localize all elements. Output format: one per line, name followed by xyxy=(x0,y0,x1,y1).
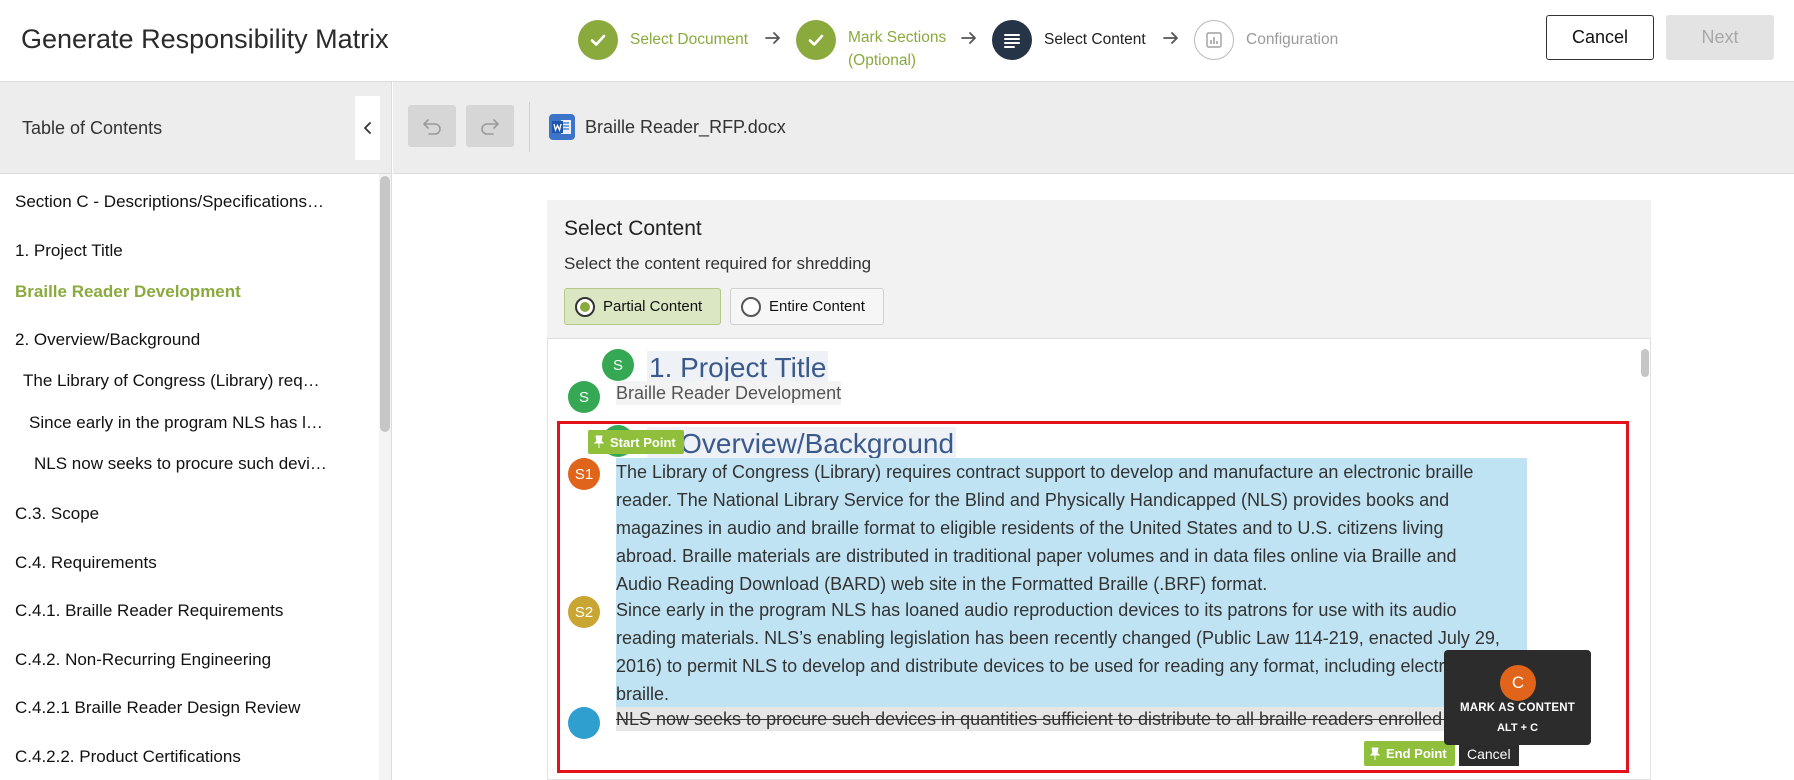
paragraph-next[interactable]: NLS now seeks to procure such devices in… xyxy=(616,707,1492,731)
paragraph-line: Since early in the program NLS has loane… xyxy=(616,600,1457,620)
paragraph-line: magazines in audio and braille format to… xyxy=(616,518,1444,538)
paragraph-line: 2016) to permit NLS to develop and distr… xyxy=(616,656,1478,676)
redo-icon xyxy=(481,119,499,135)
step-label: Configuration xyxy=(1246,31,1339,48)
undo-button[interactable] xyxy=(408,105,456,147)
toc-item-active[interactable]: Braille Reader Development xyxy=(15,282,327,302)
start-point-label: Start Point xyxy=(610,434,676,450)
toc-item[interactable]: C.4. Requirements xyxy=(15,553,327,573)
paragraph-line: braille. xyxy=(616,684,670,704)
toc-scrollbar-thumb[interactable] xyxy=(380,176,390,432)
toc-item[interactable]: NLS now seeks to procure such devices in… xyxy=(34,454,328,474)
mark-as-content-popup[interactable]: C MARK AS CONTENT ALT + C xyxy=(1444,650,1591,745)
mark-as-content-label: MARK AS CONTENT xyxy=(1459,702,1575,714)
toc-item[interactable]: C.4.2. Non-Recurring Engineering xyxy=(15,650,327,670)
toc-item[interactable]: The Library of Congress (Library) requir… xyxy=(23,371,328,391)
toc-item[interactable]: C.4.2.2. Product Certifications xyxy=(15,747,327,767)
chevron-left-icon xyxy=(363,122,371,134)
select-content-header: Select Content Select the content requir… xyxy=(547,200,1651,338)
toc-item[interactable]: C.4.1. Braille Reader Requirements xyxy=(15,601,327,621)
chart-icon xyxy=(1194,20,1234,60)
check-icon xyxy=(796,20,836,60)
toolbar-divider xyxy=(529,102,530,152)
step-label-line2: (Optional) xyxy=(848,52,917,69)
lines-icon xyxy=(992,20,1032,60)
step-label: Mark Sections (Optional) xyxy=(848,20,946,72)
step-select-content: Select Content xyxy=(992,20,1146,60)
select-content-title: Select Content xyxy=(564,217,702,240)
start-point-marker[interactable]: Start Point xyxy=(588,430,684,454)
cancel-button[interactable]: Cancel xyxy=(1546,15,1654,60)
step-mark-sections: Mark Sections (Optional) xyxy=(796,20,946,69)
content-badge-c: C xyxy=(1500,665,1536,701)
paragraph-s2[interactable]: Since early in the program NLS has loane… xyxy=(616,596,1527,708)
shortcut-label: ALT + C xyxy=(1496,722,1539,734)
toc-item[interactable]: 1. Project Title xyxy=(15,241,327,261)
step-label: Select Content xyxy=(1044,31,1146,48)
radio-unselected-icon xyxy=(741,296,761,317)
paragraph-line: reading materials. NLS’s enabling legisl… xyxy=(616,628,1500,648)
undo-icon xyxy=(423,119,441,135)
entire-content-radio[interactable]: Entire Content xyxy=(730,288,884,325)
toc-sidebar: Table of Contents Section C - Descriptio… xyxy=(0,82,392,780)
paragraph-line: abroad. Braille materials are distribute… xyxy=(616,546,1457,566)
heading-overview[interactable]: 2. Overview/Background xyxy=(647,427,957,461)
arrow-right-icon xyxy=(765,32,780,44)
app-title: Generate Responsibility Matrix xyxy=(21,24,389,54)
document-name: Braille Reader_RFP.docx xyxy=(585,117,786,137)
toc-item[interactable]: C.3. Scope xyxy=(15,504,327,524)
partial-content-radio[interactable]: Partial Content xyxy=(564,288,721,325)
section-badge[interactable]: S xyxy=(568,381,600,413)
paragraph-s1[interactable]: The Library of Congress (Library) requir… xyxy=(616,458,1527,598)
paragraph-line: reader. The National Library Service for… xyxy=(616,490,1450,510)
document-toolbar: Braille Reader_RFP.docx xyxy=(393,82,1794,174)
collapse-sidebar-button[interactable] xyxy=(355,96,380,160)
check-icon xyxy=(578,20,618,60)
heading-project-title[interactable]: 1. Project Title xyxy=(647,351,829,385)
arrow-right-icon xyxy=(961,32,976,44)
partial-content-label: Partial Content xyxy=(603,298,703,315)
step-select-document: Select Document xyxy=(578,20,748,60)
toc-item[interactable]: Since early in the program NLS has loane… xyxy=(29,413,328,433)
paragraph-line: The Library of Congress (Library) requir… xyxy=(616,462,1474,482)
content-badge-s1[interactable]: S1 xyxy=(568,458,600,490)
step-label: Select Document xyxy=(630,31,749,48)
arrow-right-icon xyxy=(1163,32,1178,44)
next-button[interactable]: Next xyxy=(1666,15,1774,60)
select-content-subtitle: Select the content required for shreddin… xyxy=(564,254,872,273)
redo-button[interactable] xyxy=(466,105,514,147)
toc-item[interactable]: Section C - Descriptions/Specifications/… xyxy=(15,192,327,212)
paragraph-line: Audio Reading Download (BARD) web site i… xyxy=(616,574,1268,594)
toc-title: Table of Contents xyxy=(22,118,163,138)
section-badge[interactable]: S xyxy=(602,349,634,381)
pin-icon xyxy=(594,435,604,448)
pin-icon xyxy=(1370,747,1380,760)
toc-item[interactable]: C.4.2.1 Braille Reader Design Review xyxy=(15,698,327,718)
document-scrollbar-thumb[interactable] xyxy=(1641,349,1649,377)
content-badge-s2[interactable]: S2 xyxy=(568,596,600,628)
step-label-line1: Mark Sections xyxy=(848,29,947,46)
step-configuration: Configuration xyxy=(1194,20,1338,60)
content-badge[interactable] xyxy=(568,707,600,739)
end-point-label: End Point xyxy=(1386,746,1447,761)
paragraph-project-title[interactable]: Braille Reader Development xyxy=(616,381,842,405)
toc-header: Table of Contents xyxy=(0,82,391,174)
top-header: Generate Responsibility Matrix Select Do… xyxy=(0,0,1794,82)
entire-content-label: Entire Content xyxy=(769,298,865,315)
toc-item[interactable]: 2. Overview/Background xyxy=(15,330,327,350)
end-point-marker[interactable]: End Point xyxy=(1364,741,1455,766)
word-document-icon xyxy=(549,114,575,140)
radio-selected-icon xyxy=(575,296,595,317)
